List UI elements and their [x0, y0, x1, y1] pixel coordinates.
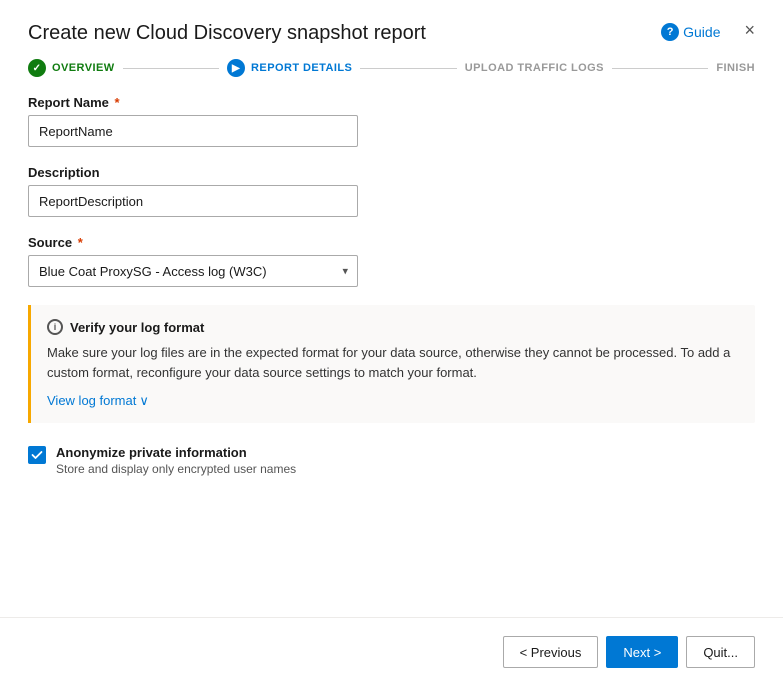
steps-bar: ✓ OVERVIEW ▶ REPORT DETAILS UPLOAD TRAFF… — [0, 59, 783, 77]
step-finish-label: FINISH — [716, 62, 755, 74]
anonymize-label-group: Anonymize private information Store and … — [56, 445, 296, 476]
anonymize-label: Anonymize private information — [56, 445, 296, 460]
next-label: Next > — [623, 645, 661, 660]
dialog-header: Create new Cloud Discovery snapshot repo… — [0, 0, 783, 55]
info-box-body: Make sure your log files are in the expe… — [47, 343, 739, 382]
anonymize-sublabel: Store and display only encrypted user na… — [56, 462, 296, 476]
source-group: Source * Blue Coat ProxySG - Access log … — [28, 235, 755, 287]
close-button[interactable]: × — [744, 20, 755, 41]
guide-label: Guide — [683, 24, 720, 40]
step-upload-traffic-logs: UPLOAD TRAFFIC LOGS — [465, 62, 604, 74]
previous-label: < Previous — [520, 645, 582, 660]
view-log-chevron-icon: ∨ — [139, 393, 149, 409]
report-name-label: Report Name * — [28, 95, 755, 110]
step-overview-label: OVERVIEW — [52, 62, 115, 74]
step-report-details-label: REPORT DETAILS — [251, 62, 352, 74]
header-right: ? Guide × — [661, 22, 755, 41]
source-select[interactable]: Blue Coat ProxySG - Access log (W3C) Cis… — [28, 255, 358, 287]
source-select-wrapper: Blue Coat ProxySG - Access log (W3C) Cis… — [28, 255, 358, 287]
info-box: i Verify your log format Make sure your … — [28, 305, 755, 423]
step-line-3 — [612, 68, 708, 69]
step-line-2 — [360, 68, 456, 69]
description-input[interactable] — [28, 185, 358, 217]
dialog-footer: < Previous Next > Quit... — [0, 617, 783, 686]
required-star-source: * — [74, 235, 83, 250]
view-log-format-label: View log format — [47, 393, 136, 408]
report-name-group: Report Name * — [28, 95, 755, 147]
description-group: Description — [28, 165, 755, 217]
info-icon: i — [47, 319, 63, 335]
description-label: Description — [28, 165, 755, 180]
report-name-input[interactable] — [28, 115, 358, 147]
next-button[interactable]: Next > — [606, 636, 678, 668]
dialog: Create new Cloud Discovery snapshot repo… — [0, 0, 783, 686]
guide-link[interactable]: ? Guide — [661, 23, 720, 41]
step-overview: ✓ OVERVIEW — [28, 59, 115, 77]
step-report-details: ▶ REPORT DETAILS — [227, 59, 352, 77]
guide-icon: ? — [661, 23, 679, 41]
dialog-content: Report Name * Description Source * Blue … — [0, 95, 783, 617]
step-upload-traffic-logs-label: UPLOAD TRAFFIC LOGS — [465, 62, 604, 74]
anonymize-checkbox-group: Anonymize private information Store and … — [28, 445, 755, 476]
view-log-format-link[interactable]: View log format ∨ — [47, 393, 149, 409]
dialog-title: Create new Cloud Discovery snapshot repo… — [28, 22, 426, 45]
step-report-details-icon: ▶ — [227, 59, 245, 77]
checkmark-icon — [31, 449, 43, 461]
info-box-header: i Verify your log format — [47, 319, 739, 335]
anonymize-checkbox[interactable] — [28, 446, 46, 464]
source-label: Source * — [28, 235, 755, 250]
step-finish: FINISH — [716, 62, 755, 74]
previous-button[interactable]: < Previous — [503, 636, 599, 668]
info-box-title: Verify your log format — [70, 320, 204, 335]
step-overview-icon: ✓ — [28, 59, 46, 77]
step-line-1 — [123, 68, 219, 69]
quit-button[interactable]: Quit... — [686, 636, 755, 668]
quit-label: Quit... — [703, 645, 738, 660]
required-star-name: * — [111, 95, 120, 110]
